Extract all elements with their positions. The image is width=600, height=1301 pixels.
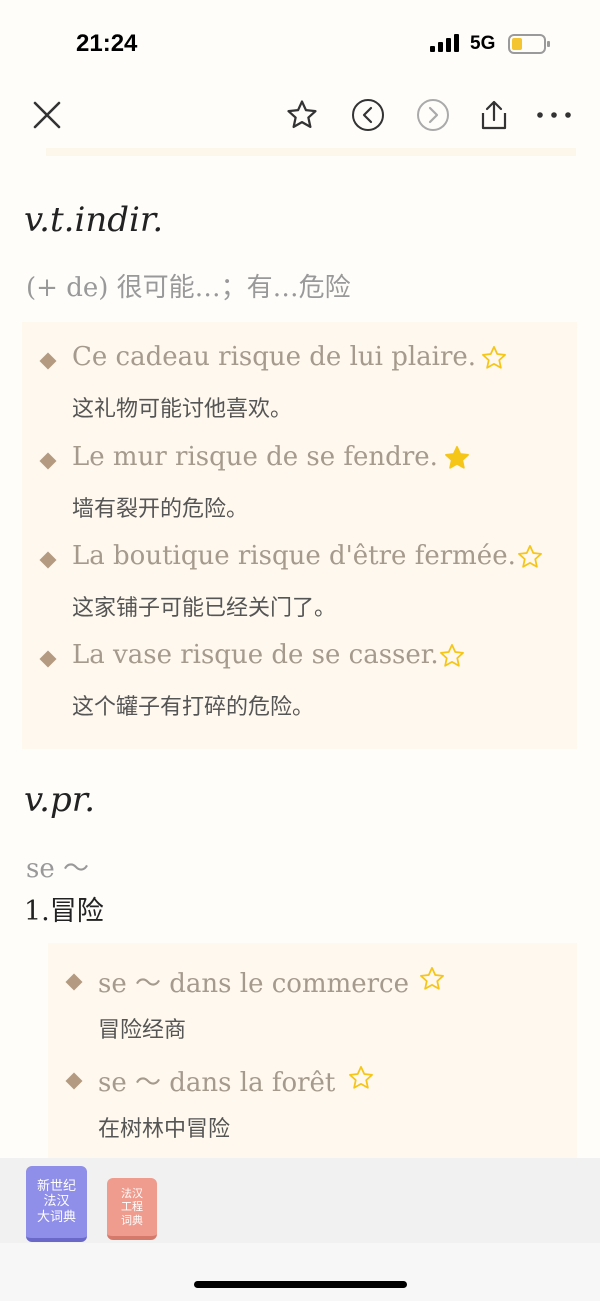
example-french: La vase risque de se casser. xyxy=(72,640,439,670)
examples-block-2: se ～ dans le commerce 冒险经商 se ～ dans la … xyxy=(48,943,577,1158)
star-outline-icon[interactable] xyxy=(438,642,466,670)
example-french: Le mur risque de se fendre. xyxy=(72,442,438,472)
share-icon xyxy=(481,100,507,130)
part-of-speech-vtindir: v.t.indir. xyxy=(24,200,164,240)
more-button[interactable] xyxy=(532,85,576,145)
signal-icon xyxy=(430,34,459,52)
header-strip xyxy=(46,148,576,156)
dictionary-engineering[interactable]: 法汉 工程 词典 xyxy=(107,1178,157,1240)
dictionary-xinshiji[interactable]: 新世纪 法汉 大词典 xyxy=(26,1166,87,1242)
favorite-button[interactable] xyxy=(280,85,324,145)
status-bar: 21:24 5G xyxy=(0,0,600,80)
form-note: se ～ xyxy=(26,854,89,884)
bullet-diamond xyxy=(39,650,57,668)
bullet-diamond xyxy=(65,973,83,991)
sense-1: 1.冒险 xyxy=(24,896,104,927)
dictionary-label-line: 工程 xyxy=(121,1200,143,1214)
close-button[interactable] xyxy=(25,85,69,145)
star-outline-icon[interactable] xyxy=(516,543,544,571)
example-chinese: 冒险经商 xyxy=(98,1018,187,1043)
status-time: 21:24 xyxy=(76,30,138,57)
examples-block-1: Ce cadeau risque de lui plaire. 这礼物可能讨他喜… xyxy=(22,322,577,749)
example-french: se ～ dans le commerce xyxy=(98,969,410,999)
example-french: Ce cadeau risque de lui plaire. xyxy=(72,342,477,372)
usage-note: (+ de) 很可能…；有…危险 xyxy=(26,273,351,303)
example-chinese: 在树林中冒险 xyxy=(98,1117,231,1142)
star-outline-icon xyxy=(287,100,317,129)
dictionary-bar: 新世纪 法汉 大词典 法汉 工程 词典 xyxy=(0,1158,600,1243)
star-outline-icon[interactable] xyxy=(347,1064,375,1092)
dictionary-label-line: 词典 xyxy=(121,1213,143,1227)
example-french: La boutique risque d'être fermée. xyxy=(72,541,516,571)
chevron-right-circle-icon xyxy=(417,99,449,131)
star-outline-icon[interactable] xyxy=(480,344,508,372)
network-type: 5G xyxy=(470,33,496,54)
battery-icon xyxy=(508,34,550,54)
example-chinese: 这家铺子可能已经关门了。 xyxy=(72,596,337,621)
previous-button[interactable] xyxy=(346,85,390,145)
more-icon xyxy=(537,112,571,118)
home-indicator[interactable] xyxy=(194,1281,407,1288)
dictionary-label-line: 法汉 xyxy=(121,1187,143,1201)
bullet-diamond xyxy=(39,452,57,470)
close-icon xyxy=(33,101,61,129)
star-outline-icon[interactable] xyxy=(418,965,446,993)
example-chinese: 这礼物可能讨他喜欢。 xyxy=(72,397,293,422)
toolbar xyxy=(0,85,600,145)
home-area xyxy=(0,1243,600,1301)
next-button[interactable] xyxy=(411,85,455,145)
dictionary-label-line: 法汉 xyxy=(43,1194,70,1210)
dictionary-label-line: 大词典 xyxy=(36,1209,76,1225)
example-french: se ～ dans la forêt xyxy=(98,1068,336,1098)
part-of-speech-vpr: v.pr. xyxy=(24,780,96,820)
chevron-left-circle-icon xyxy=(352,99,384,131)
bullet-diamond xyxy=(39,352,57,370)
share-button[interactable] xyxy=(472,85,516,145)
dictionary-label-line: 新世纪 xyxy=(36,1178,76,1194)
bullet-diamond xyxy=(39,551,57,569)
example-chinese: 墙有裂开的危险。 xyxy=(72,497,249,522)
example-chinese: 这个罐子有打碎的危险。 xyxy=(72,695,315,720)
bullet-diamond xyxy=(65,1072,83,1090)
star-filled-icon[interactable] xyxy=(443,444,471,472)
